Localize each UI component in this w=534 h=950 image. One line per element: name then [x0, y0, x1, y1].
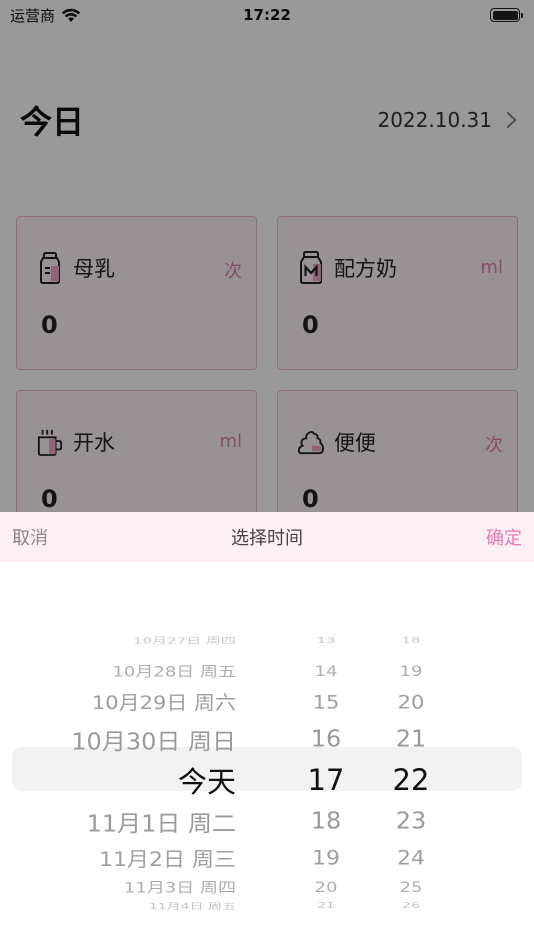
picker-hour: 19	[312, 846, 340, 870]
picker-hour: 15	[312, 691, 340, 713]
picker-row[interactable]: 11月1日 周二 18 23	[0, 802, 534, 840]
picker-minute: 22	[392, 763, 430, 797]
picker-row[interactable]: 10月27日 周四 13 18	[0, 629, 534, 651]
picker-row[interactable]: 10月30日 周日 16 21	[0, 720, 534, 758]
picker-minute: 19	[399, 662, 423, 680]
picker-date: 11月1日 周二	[86, 810, 236, 837]
picker-date: 10月29日 周六	[91, 692, 236, 714]
picker-hour: 14	[314, 662, 338, 680]
confirm-button[interactable]: 确定	[486, 524, 522, 550]
picker-date: 10月28日 周五	[112, 663, 236, 681]
picker-row[interactable]: 10月29日 周六 15 20	[0, 684, 534, 720]
picker-date: 10月30日 周日	[71, 728, 236, 755]
picker-date: 11月2日 周三	[99, 849, 236, 872]
picker-minute: 24	[397, 846, 425, 870]
picker-hour: 13	[316, 635, 336, 645]
modal-backdrop[interactable]	[0, 0, 534, 512]
cancel-button[interactable]: 取消	[12, 524, 48, 550]
picker-minute: 26	[402, 901, 420, 911]
picker-row-selected[interactable]: 今天 17 22	[0, 760, 534, 800]
picker-hour: 18	[310, 807, 342, 835]
picker-minute: 20	[397, 691, 425, 713]
picker-hour: 20	[314, 878, 338, 896]
picker-hour: 21	[317, 901, 335, 911]
picker-minute: 18	[401, 635, 421, 645]
sheet-title: 选择时间	[231, 528, 303, 549]
picker-row[interactable]: 11月4日 周五 21 26	[0, 895, 534, 917]
sheet-toolbar: 取消 选择时间 确定	[0, 512, 534, 562]
picker-date: 10月27日 周四	[133, 635, 236, 646]
picker-minute: 23	[395, 807, 427, 835]
picker-hour: 16	[310, 725, 342, 753]
picker-minute: 25	[399, 878, 423, 896]
datetime-picker-wheel[interactable]: 10月27日 周四 13 18 10月28日 周五 14 19 10月29日 周…	[0, 629, 534, 911]
picker-date: 今天	[177, 765, 236, 799]
time-picker-sheet: 取消 选择时间 确定 10月27日 周四 13 18 10月28日 周五 14 …	[0, 512, 534, 950]
picker-hour: 17	[307, 763, 345, 797]
picker-date: 11月4日 周五	[148, 902, 236, 911]
picker-row[interactable]: 10月28日 周五 14 19	[0, 655, 534, 687]
picker-minute: 21	[395, 725, 427, 753]
